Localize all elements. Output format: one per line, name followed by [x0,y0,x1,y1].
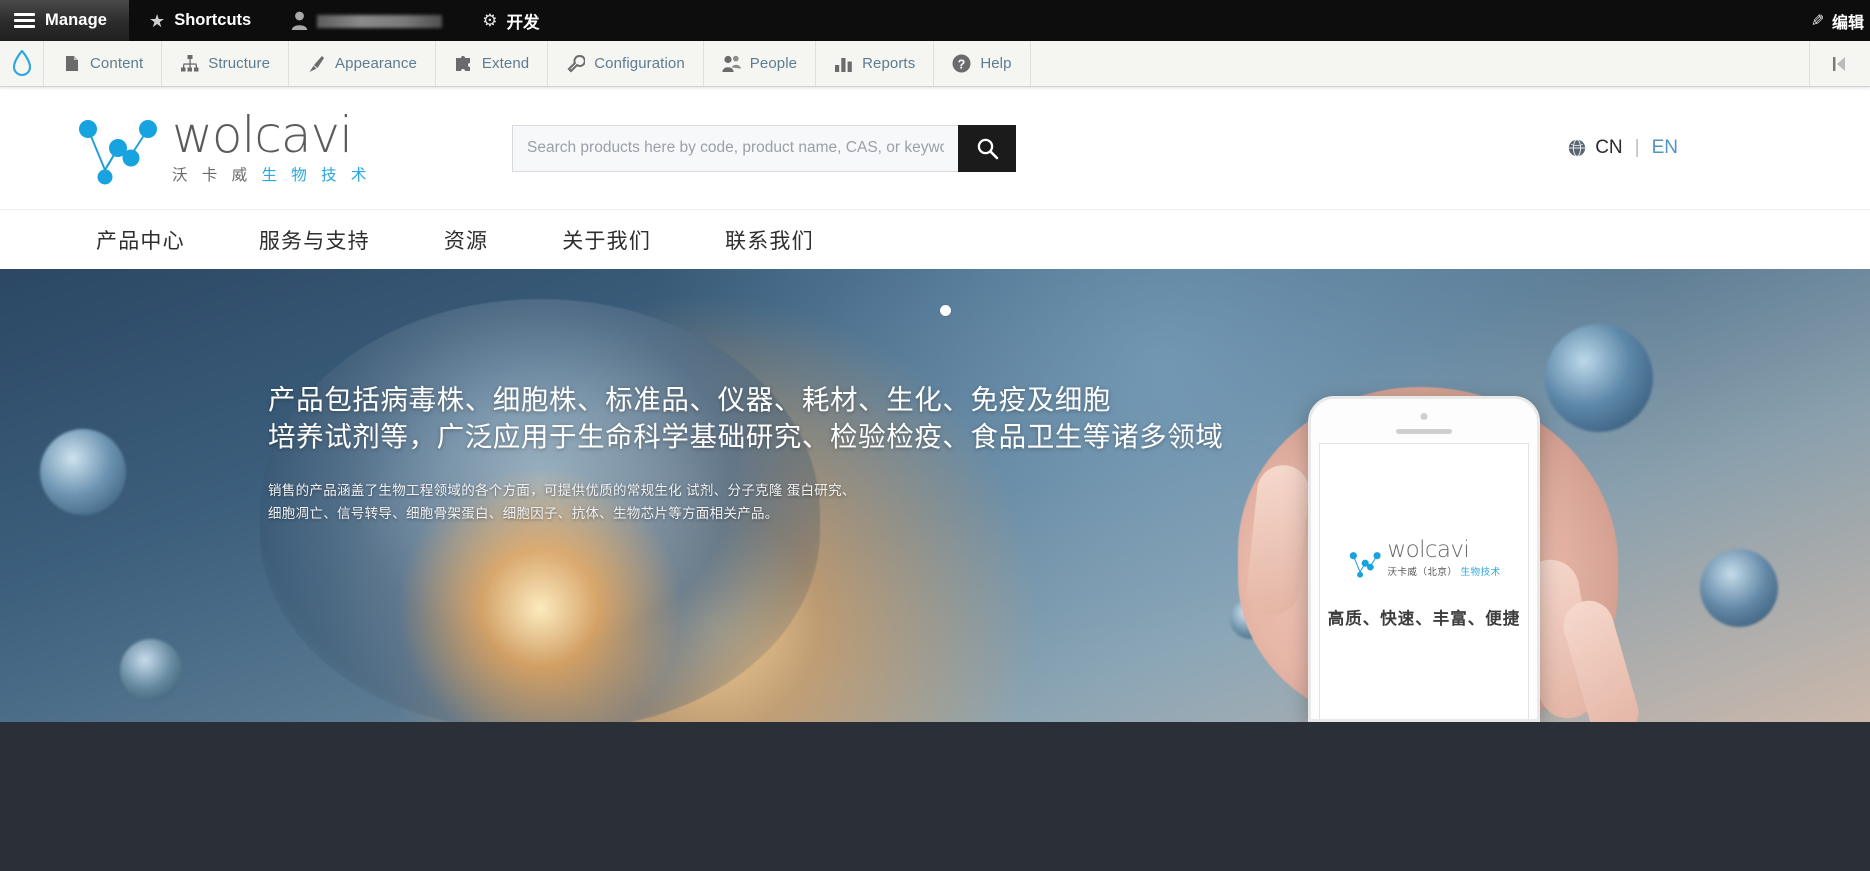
wrench-icon [566,54,585,73]
toolbar-label: Help [980,55,1012,72]
toolbar-item-structure[interactable]: Structure [162,41,290,86]
phone-subtitle: 沃卡威（北京） 生物技术 [1387,564,1500,578]
drupal-drop-icon [12,49,31,76]
toolbar-item-content[interactable]: Content [44,41,163,86]
hero-subtext-line-1: 销售的产品涵盖了生物工程领域的各个方面，可提供优质的常规生化 试剂、分子克隆 蛋… [268,483,856,499]
toolbar-collapse-button[interactable] [1810,41,1870,86]
file-icon [62,54,81,73]
phone-screen: wolcavi 沃卡威（北京） 生物技术 高质、快速、丰富、便捷 [1319,443,1529,719]
nav-item-contact[interactable]: 联系我们 [725,225,814,255]
wolcavi-network-logo-icon [1350,551,1382,578]
hero-title-line-1: 产品包括病毒株、细胞株、标准品、仪器、耗材、生化、免疫及细胞 [268,384,1111,415]
nav-item-about[interactable]: 关于我们 [562,225,651,255]
nav-item-products[interactable]: 产品中心 [96,225,185,255]
hero-banner: 产品包括病毒株、细胞株、标准品、仪器、耗材、生化、免疫及细胞 培养试剂等，广泛应… [0,269,1870,722]
toolbar-item-people[interactable]: People [704,41,817,86]
search-input[interactable] [512,124,958,172]
shortcuts-label: Shortcuts [174,11,252,29]
svg-text:?: ? [958,57,966,71]
phone-wordmark: wolcavi [1387,537,1470,563]
puzzle-piece-icon [454,54,473,73]
toolbar-label: People [749,55,798,72]
collapse-icon [1833,56,1845,71]
gear-icon: ⚙ [482,10,498,30]
phone-subtitle-cn: 沃卡威（北京） [1387,566,1458,578]
drupal-home-link[interactable] [0,41,44,86]
lang-en[interactable]: EN [1652,137,1678,159]
phone-speaker-icon [1396,429,1452,434]
lang-separator: | [1634,137,1640,158]
logo-wordmark: wolcavi [172,105,353,164]
edit-label: 编辑 [1831,14,1864,32]
wolcavi-network-logo-icon [79,119,157,184]
toolbar-spacer [1031,41,1810,86]
toolbar-label: Reports [862,55,916,72]
phone-camera-icon [1420,413,1428,420]
hero-subtext-line-2: 细胞凋亡、信号转导、细胞骨架蛋白、细胞因子、抗体、生物芯片等方面相关产品。 [268,506,779,522]
toolbar-item-extend[interactable]: Extend [436,41,549,86]
paintbrush-icon [307,54,326,73]
drupal-admin-bar: Manage ★ Shortcuts ⚙ 开发 ✎ 编辑 [0,0,1870,41]
toolbar-label: Structure [208,55,271,72]
site-logo[interactable]: wolcavi 沃 卡 威 生 物 技 术 [72,105,442,185]
toolbar-item-help[interactable]: ? Help [934,41,1031,86]
logo-subtitle-cn: 沃 卡 威 [172,166,253,184]
phone-mockup: wolcavi 沃卡威（北京） 生物技术 高质、快速、丰富、便捷 [1308,396,1540,722]
phone-logo: wolcavi 沃卡威（北京） 生物技术 [1347,537,1500,578]
user-name-redacted [317,15,443,28]
toolbar-label: Content [90,55,144,72]
pencil-icon: ✎ [1810,12,1824,30]
main-navigation: 产品中心 服务与支持 资源 关于我们 联系我们 [0,209,1870,269]
dev-label: 开发 [506,13,540,32]
user-avatar-icon [292,11,308,30]
logo-subtitle: 沃 卡 威 生 物 技 术 [172,163,371,185]
toolbar-item-configuration[interactable]: Configuration [548,41,704,86]
manage-button[interactable]: Manage [0,0,130,41]
user-account-button[interactable] [271,0,462,41]
search-icon [977,138,998,159]
decorative-cell-icon [1700,549,1778,627]
question-mark-icon: ? [952,54,971,73]
toolbar-label: Appearance [335,55,417,72]
people-icon [722,54,741,73]
manage-label: Manage [45,11,108,29]
globe-icon [1569,139,1586,157]
nav-item-services[interactable]: 服务与支持 [259,225,370,255]
hero-copy: 产品包括病毒株、细胞株、标准品、仪器、耗材、生化、免疫及细胞 培养试剂等，广泛应… [268,382,1228,525]
toolbar-item-appearance[interactable]: Appearance [289,41,436,86]
edit-mode-button[interactable]: ✎ 编辑 [1797,0,1870,41]
toolbar-label: Extend [481,55,530,72]
dev-menu-button[interactable]: ⚙ 开发 [462,0,559,41]
lang-cn[interactable]: CN [1595,137,1622,159]
site-header: wolcavi 沃 卡 威 生 物 技 术 CN | EN [0,87,1870,209]
structure-icon [180,54,199,73]
logo-subtitle-bio: 生 物 技 术 [261,166,372,184]
shortcuts-button[interactable]: ★ Shortcuts [129,0,271,41]
hero-title-line-2: 培养试剂等，广泛应用于生命科学基础研究、检验检疫、食品卫生等诸多领域 [268,420,1224,452]
page-footer-strip [0,722,1870,871]
phone-subtitle-bio: 生物技术 [1460,566,1501,578]
search-button[interactable] [958,124,1016,172]
language-switcher[interactable]: CN | EN [1568,137,1798,159]
star-icon: ★ [149,10,166,31]
bar-chart-icon [834,54,853,73]
carousel-indicator-dot[interactable] [940,305,951,316]
hamburger-menu-icon[interactable] [14,13,35,28]
phone-slogan: 高质、快速、丰富、便捷 [1327,609,1521,628]
decorative-cell-icon [120,639,182,701]
decorative-cell-icon [40,429,126,515]
toolbar-item-reports[interactable]: Reports [816,41,935,86]
product-search [512,124,1016,172]
nav-item-resources[interactable]: 资源 [444,225,488,255]
decorative-cell-icon [1545,324,1653,432]
toolbar-label: Configuration [594,55,685,72]
drupal-admin-toolbar: Content Structure Appearance Extend Conf… [0,41,1870,87]
